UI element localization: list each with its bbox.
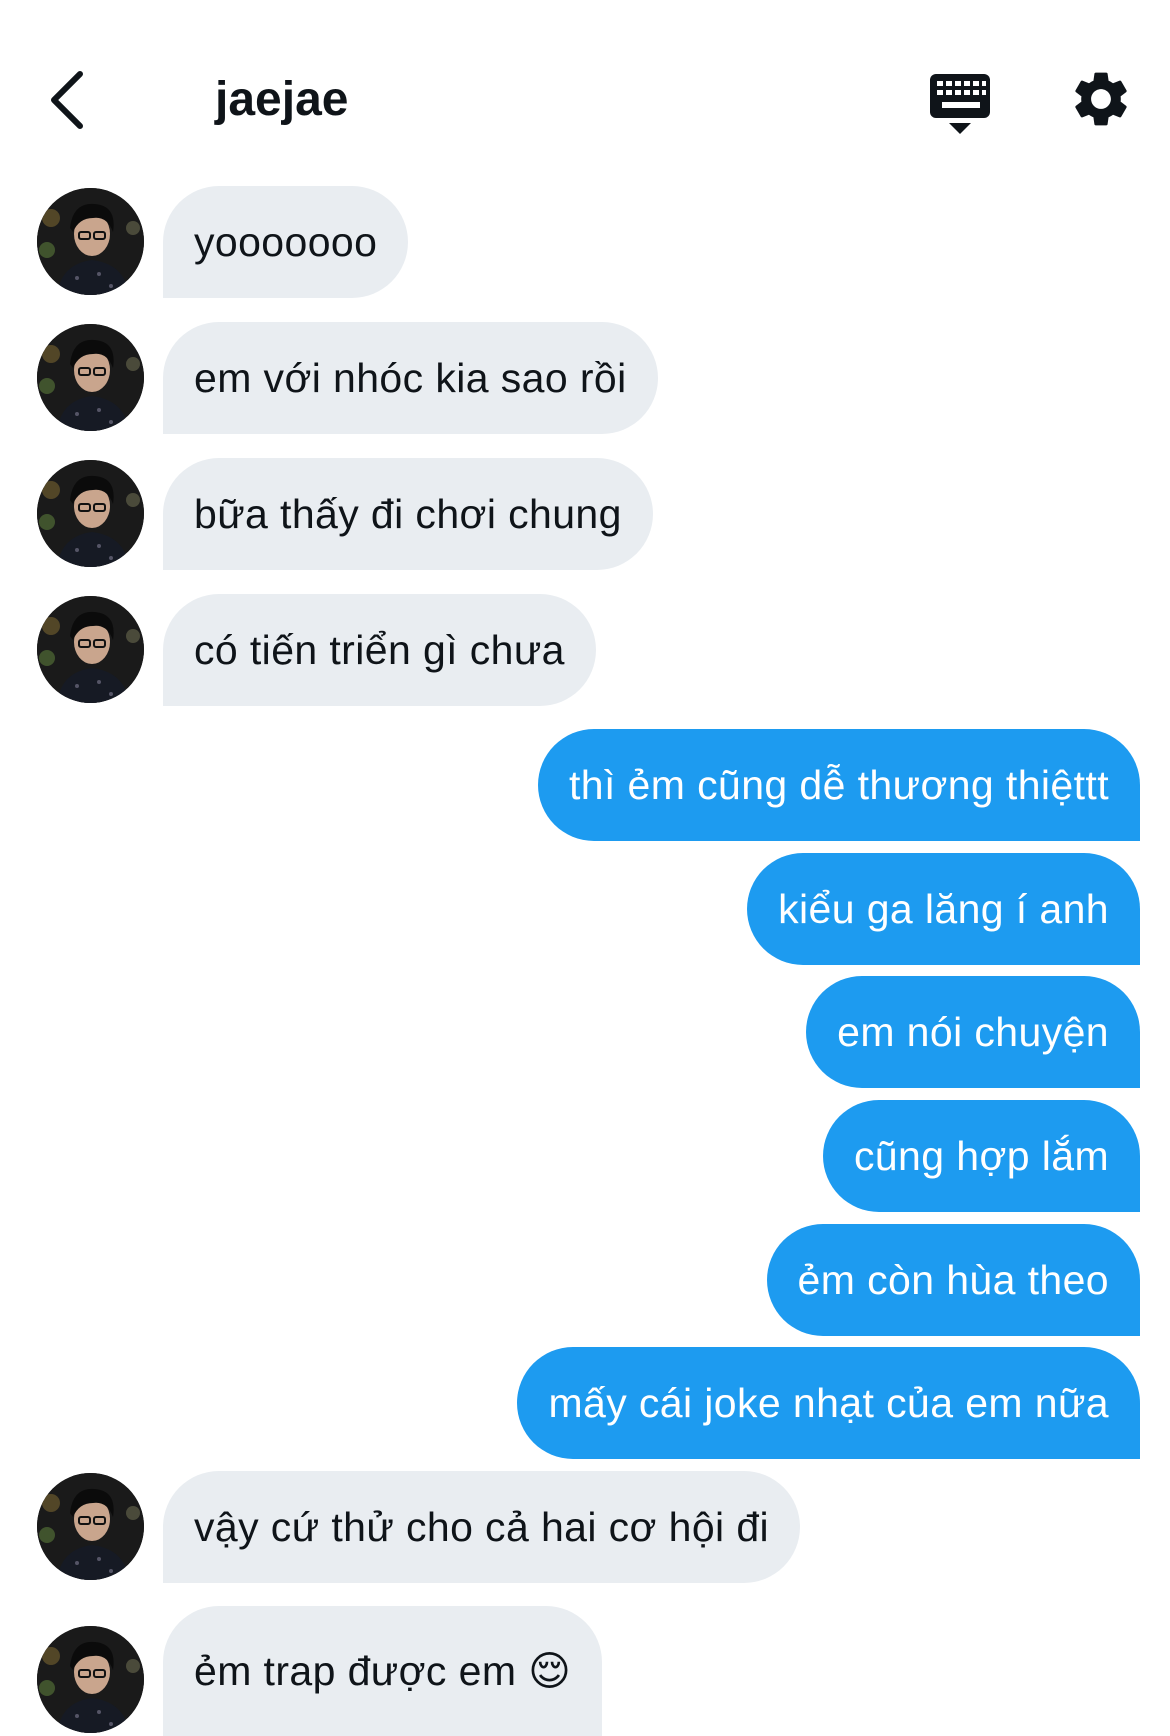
outgoing-message-bubble[interactable]: ẻm còn hùa theo [766,1224,1140,1336]
outgoing-message-bubble[interactable]: em nói chuyện [806,976,1140,1088]
message-row-outgoing: em nói chuyện [0,976,1170,1088]
message-row-outgoing: mấy cái joke nhạt của em nữa [0,1347,1170,1459]
message-row-outgoing: cũng hợp lắm [0,1100,1170,1212]
incoming-message-bubble[interactable]: bữa thấy đi chơi chung [163,458,653,570]
incoming-message-bubble[interactable]: vậy cứ thử cho cả hai cơ hội đi [163,1471,801,1583]
message-row-incoming: em với nhóc kia sao rồi [0,322,1170,434]
incoming-message-bubble[interactable]: yooooooo [163,186,409,298]
outgoing-message-bubble[interactable]: kiểu ga lăng í anh [747,853,1140,965]
message-row-outgoing: kiểu ga lăng í anh [0,853,1170,965]
avatar[interactable] [37,1473,144,1580]
incoming-message-bubble[interactable]: em với nhóc kia sao rồi [163,322,658,434]
message-row-incoming: có tiến triển gì chưa [0,594,1170,706]
message-row-incoming: ẻm trap được em 😌 [0,1606,1170,1736]
message-row-incoming: vậy cứ thử cho cả hai cơ hội đi [0,1471,1170,1583]
message-row-incoming: yooooooo [0,186,1170,298]
incoming-message-bubble[interactable]: ẻm trap được em 😌 [163,1606,603,1736]
message-row-outgoing: ẻm còn hùa theo [0,1224,1170,1336]
outgoing-message-bubble[interactable]: cũng hợp lắm [822,1100,1140,1212]
outgoing-message-bubble[interactable]: mấy cái joke nhạt của em nữa [517,1347,1140,1459]
avatar[interactable] [37,596,144,703]
avatar[interactable] [37,1626,144,1733]
incoming-message-bubble[interactable]: có tiến triển gì chưa [163,594,596,706]
outgoing-message-bubble[interactable]: thì ẻm cũng dễ thương thiệttt [537,729,1140,841]
avatar[interactable] [37,188,144,295]
message-row-incoming: bữa thấy đi chơi chung [0,458,1170,570]
avatar[interactable] [37,460,144,567]
avatar[interactable] [37,324,144,431]
message-list: yooooooo em với nhóc kia sao rồi bữa thấ… [0,0,1170,1736]
message-row-outgoing: thì ẻm cũng dễ thương thiệttt [0,729,1170,841]
